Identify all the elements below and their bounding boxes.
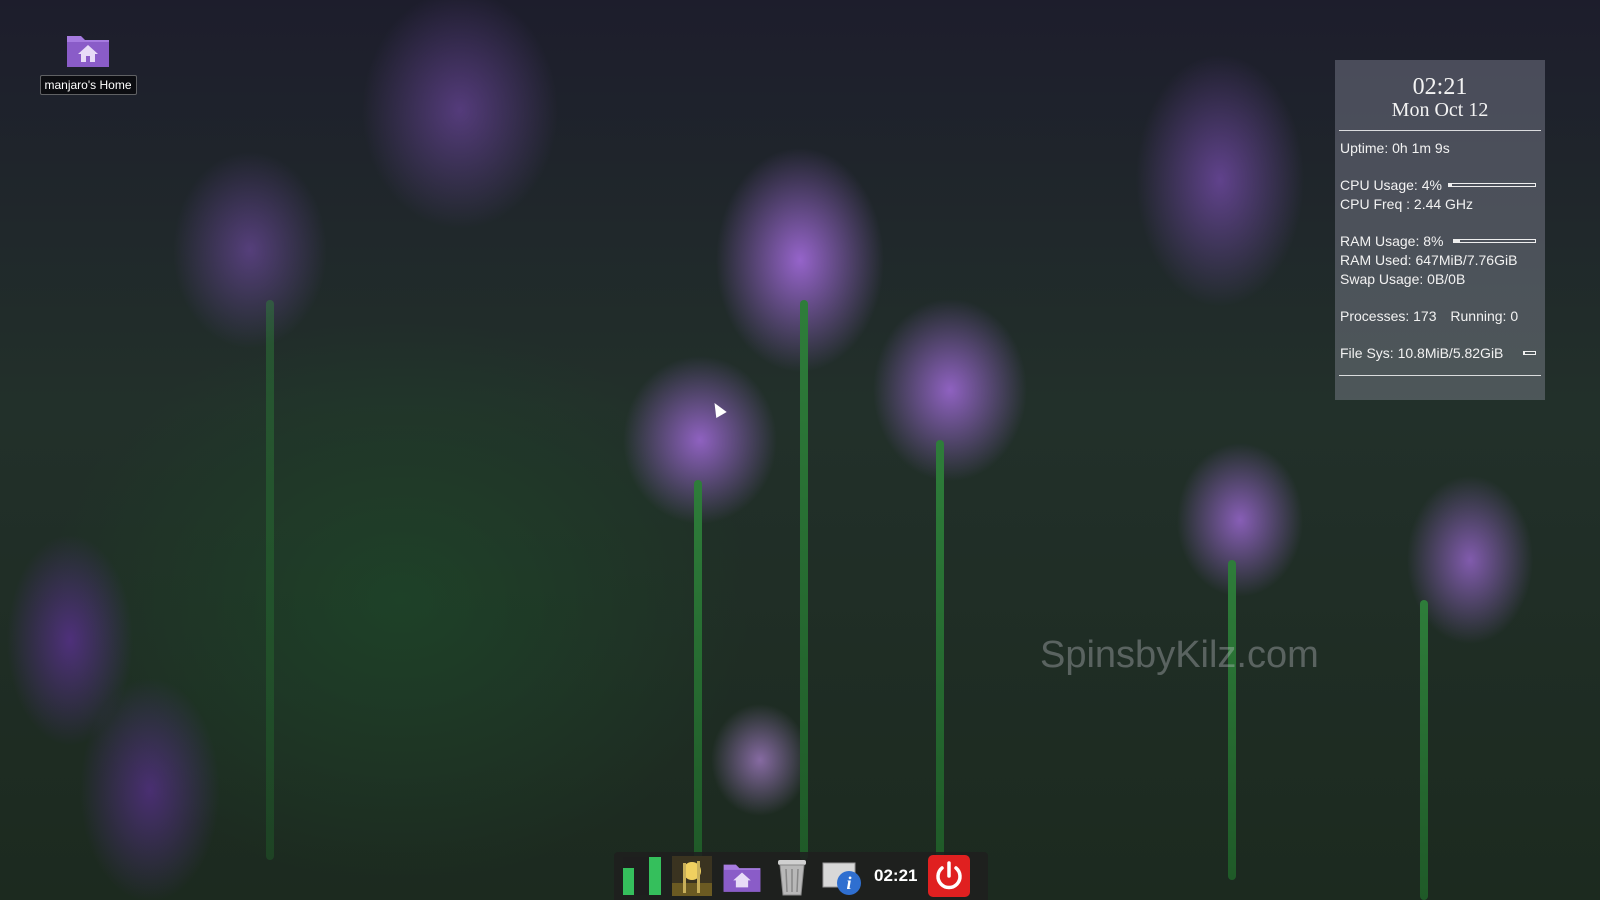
wallpaper-app-icon [672,856,712,896]
flower-stem [266,300,274,860]
folder-home-icon [67,36,109,67]
processes-text: Processes: 173 [1340,308,1437,324]
desktop-home-shortcut[interactable]: manjaro's Home [34,28,142,95]
swap-usage-text: Swap Usage: 0B/0B [1340,271,1466,287]
cpu-usage-bar [1448,183,1536,187]
file-sys-bar [1523,351,1536,355]
ram-usage-text: RAM Usage: 8% [1340,233,1444,249]
ram-usage-row: RAM Usage: 8% [1335,232,1545,251]
file-sys-row: File Sys: 10.8MiB/5.82GiB [1335,344,1545,363]
cpu-freq-text: CPU Freq : 2.44 GHz [1340,196,1474,212]
mouse-cursor-icon [709,399,727,419]
widget-date: Mon Oct 12 [1391,99,1489,121]
ram-usage-bar [1453,239,1536,243]
cpu-usage-text: CPU Usage: 4% [1340,177,1442,193]
power-button[interactable] [927,854,971,898]
dock-clock[interactable]: 02:21 [870,866,921,886]
cpu-usage-row: CPU Usage: 4% [1335,176,1545,195]
home-folder-button[interactable] [720,854,764,898]
system-monitor-widget: 02:21 Mon Oct 12 Uptime: 0h 1m 9s CPU Us… [1335,60,1545,400]
home-folder-icon [723,864,761,892]
svg-text:i: i [846,873,851,893]
wallpaper-app-button[interactable] [670,854,714,898]
watermark-text: SpinsbyKilz.com [1040,634,1319,676]
system-info-icon: i [822,862,861,895]
system-info-button[interactable]: i [820,854,864,898]
flower-stem [1420,600,1428,900]
ram-used-text: RAM Used: 647MiB/7.76GiB [1340,252,1518,268]
flower-stem [800,300,808,860]
processes-row: Processes: 173 Running: 0 [1335,307,1545,326]
widget-time: 02:21 [1412,74,1468,100]
manjaro-menu-button[interactable] [620,854,664,898]
power-icon [928,855,971,897]
flower-stem [1228,560,1236,880]
file-sys-text: File Sys: 10.8MiB/5.82GiB [1340,345,1504,361]
divider [1339,130,1541,131]
dock-panel: i 02:21 [614,852,988,900]
flower-stem [936,440,944,860]
trash-button[interactable] [770,854,814,898]
manjaro-logo-icon [623,857,661,895]
uptime-text: Uptime: 0h 1m 9s [1340,140,1450,156]
running-text: Running: 0 [1450,308,1519,324]
flower-stem [694,480,702,860]
trash-icon [778,860,806,896]
divider [1339,375,1541,376]
desktop-icon-label: manjaro's Home [39,75,137,95]
